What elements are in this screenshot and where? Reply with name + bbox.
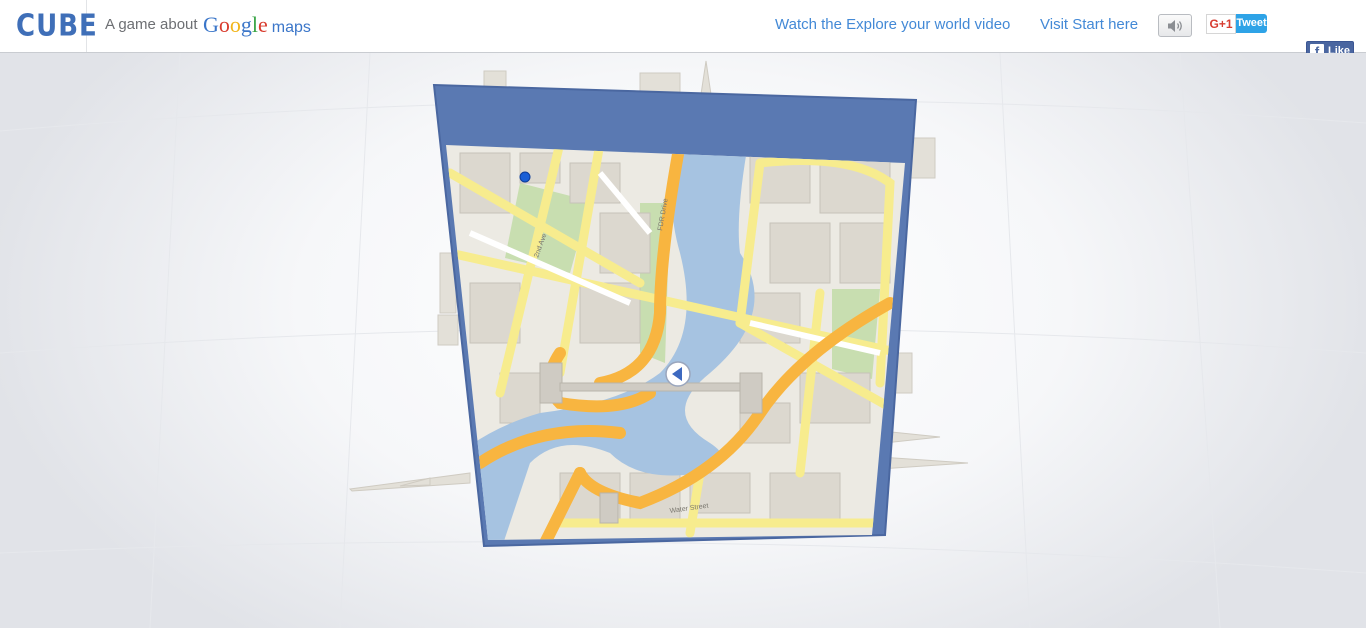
speaker-icon <box>1168 20 1182 32</box>
center-target-button[interactable] <box>665 361 691 387</box>
watch-video-link[interactable]: Watch the Explore your world video <box>775 15 1010 35</box>
google-maps-logo[interactable]: Google maps <box>203 11 311 39</box>
tweet-button[interactable]: Tweet <box>1236 14 1267 33</box>
tagline: A game about <box>105 16 198 33</box>
google-wordmark: Google <box>203 12 268 37</box>
google-letter: G <box>203 12 219 37</box>
cube-scene[interactable]: 2nd Ave FDR Drive Water Street <box>0 53 1366 628</box>
google-plus-one-button[interactable]: G+1 <box>1206 14 1236 34</box>
cube-logo[interactable]: CUBE <box>16 9 98 44</box>
google-letter: g <box>240 12 252 37</box>
google-letter: o <box>218 12 230 37</box>
sound-toggle-button[interactable] <box>1158 14 1192 37</box>
logo-container[interactable]: CUBE <box>0 0 97 52</box>
player-marker[interactable] <box>519 171 531 183</box>
top-bar: CUBE A game about Google maps Watch the E… <box>0 0 1366 53</box>
maps-word: maps <box>271 19 311 36</box>
map-face: 2nd Ave FDR Drive Water Street <box>446 145 905 540</box>
google-letter: e <box>258 12 268 37</box>
game-canvas[interactable]: 2nd Ave FDR Drive Water Street <box>0 53 1366 628</box>
google-letter: o <box>229 12 241 37</box>
visit-start-link[interactable]: Visit Start here <box>1040 15 1138 35</box>
